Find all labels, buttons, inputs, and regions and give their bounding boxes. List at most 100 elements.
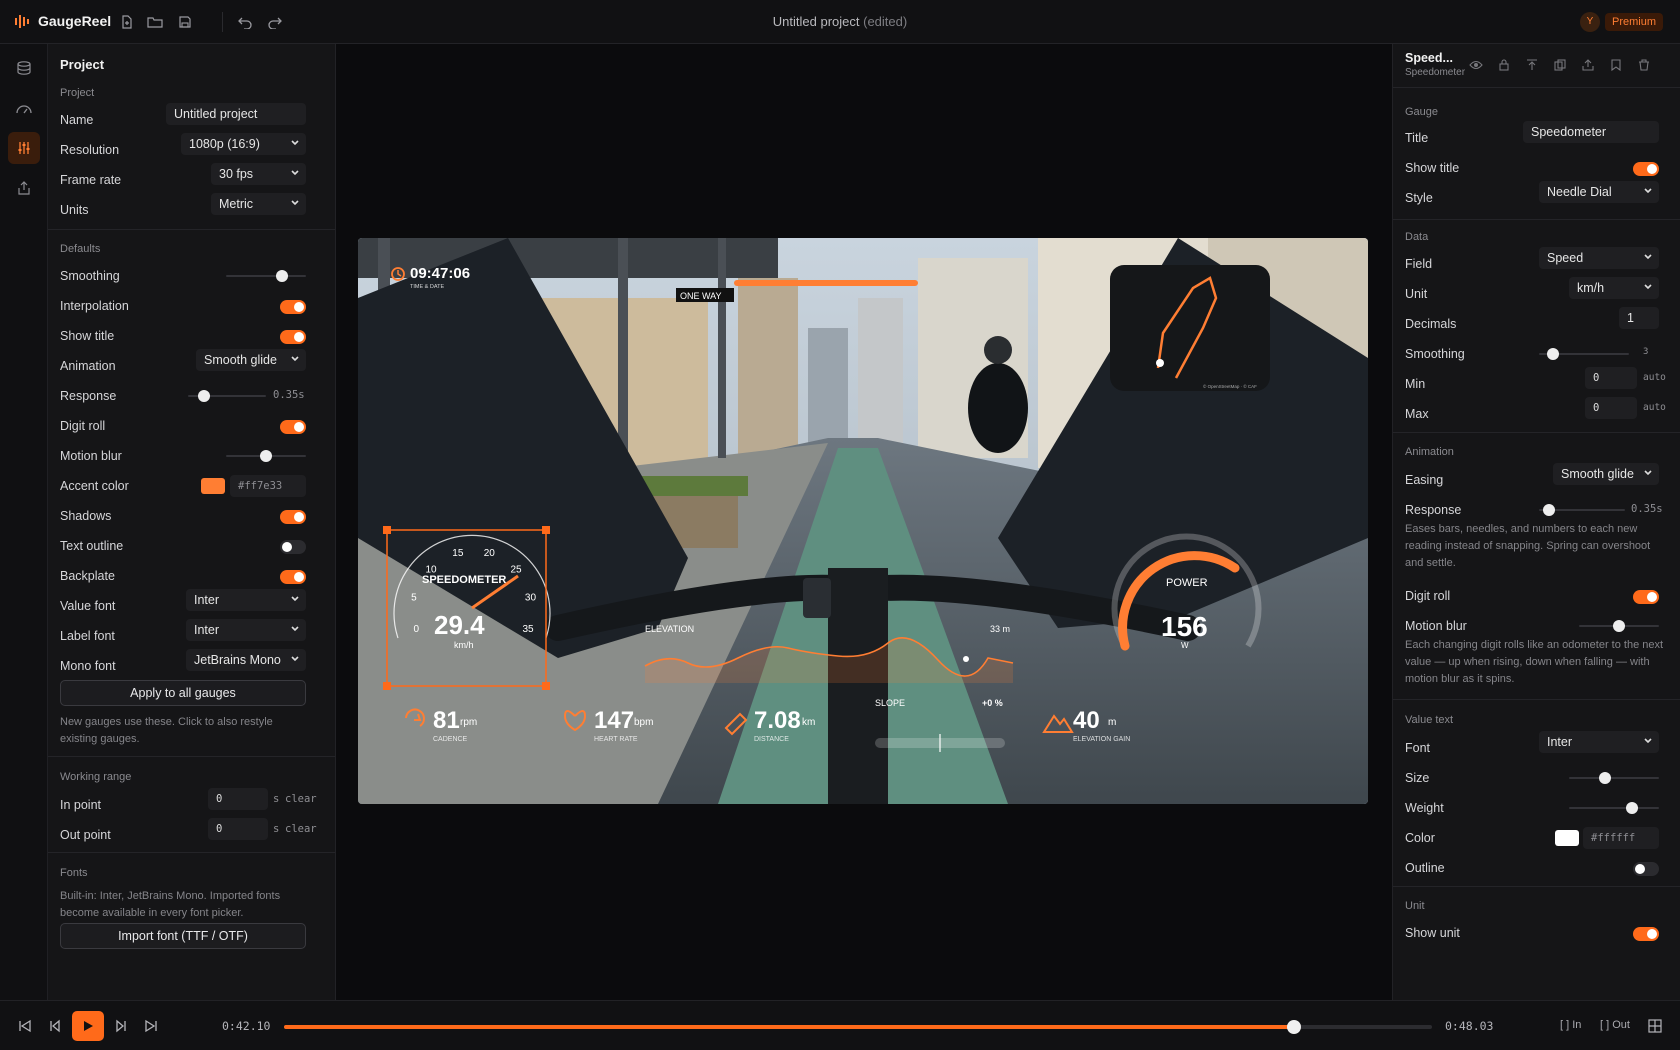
chevron-down-icon bbox=[1644, 188, 1652, 194]
edited-indicator: (edited) bbox=[863, 14, 908, 29]
playhead[interactable] bbox=[1287, 1020, 1302, 1034]
resolution-select[interactable]: 1080p (16:9) bbox=[181, 133, 306, 155]
valuefont-value: Inter bbox=[194, 593, 220, 607]
section-working-range: Working range bbox=[60, 771, 132, 783]
labelfont-select[interactable]: Inter bbox=[186, 619, 306, 641]
slider-knob[interactable] bbox=[1546, 348, 1559, 360]
units-select[interactable]: Metric bbox=[211, 193, 306, 215]
slider-knob[interactable] bbox=[1543, 504, 1556, 516]
unit-select[interactable]: km/h bbox=[1569, 277, 1659, 299]
animation-select[interactable]: Smooth glide bbox=[196, 349, 306, 371]
gauge-motionblur-slider[interactable] bbox=[1579, 620, 1659, 632]
gauge-digitroll-toggle[interactable] bbox=[1633, 590, 1659, 604]
gauge-smoothing-slider[interactable] bbox=[1539, 348, 1629, 360]
accent-hex-input[interactable]: #ff7e33 bbox=[230, 475, 306, 497]
import-font-button[interactable]: Import font (TTF / OTF) bbox=[60, 923, 306, 949]
framerate-select[interactable]: 30 fps bbox=[211, 163, 306, 185]
bookmark-icon[interactable] bbox=[1609, 58, 1623, 72]
eye-icon[interactable] bbox=[1469, 58, 1483, 72]
style-select[interactable]: Needle Dial bbox=[1539, 181, 1659, 203]
outpoint-unit: s bbox=[273, 823, 280, 835]
digitroll-label: Digit roll bbox=[1405, 589, 1451, 603]
skip-to-start-icon[interactable] bbox=[18, 1019, 32, 1033]
resize-handle[interactable] bbox=[383, 682, 391, 690]
grid-icon[interactable] bbox=[1648, 1019, 1662, 1033]
slider-knob[interactable] bbox=[197, 390, 210, 402]
monofont-select[interactable]: JetBrains Mono bbox=[186, 649, 306, 671]
valuefont-select[interactable]: Inter bbox=[186, 589, 306, 611]
field-select[interactable]: Speed bbox=[1539, 247, 1659, 269]
accent-swatch[interactable] bbox=[201, 478, 225, 494]
duplicate-icon[interactable] bbox=[1553, 58, 1567, 72]
premium-badge[interactable]: Premium bbox=[1605, 13, 1664, 31]
max-input[interactable]: 0 bbox=[1585, 397, 1637, 419]
in-label: In bbox=[1572, 1019, 1582, 1031]
slider-knob[interactable] bbox=[1599, 772, 1611, 784]
data-icon[interactable] bbox=[8, 52, 40, 84]
slider-knob[interactable] bbox=[1613, 620, 1625, 632]
backplate-toggle[interactable] bbox=[280, 570, 306, 584]
timeline-scrubber[interactable] bbox=[284, 1020, 1432, 1034]
gauge-response-slider[interactable] bbox=[1539, 504, 1625, 516]
resize-handle[interactable] bbox=[542, 682, 550, 690]
gauge-title-input[interactable]: Speedometer bbox=[1523, 121, 1659, 143]
inpoint-clear-button[interactable]: clear bbox=[285, 793, 317, 805]
showunit-toggle[interactable] bbox=[1633, 927, 1659, 941]
gauge-showtitle-toggle[interactable] bbox=[1633, 162, 1659, 176]
field-value: Speed bbox=[1547, 251, 1584, 265]
smoothing-max: 3 bbox=[1643, 347, 1649, 357]
motionblur-label: Motion blur bbox=[1405, 619, 1467, 633]
interpolation-toggle[interactable] bbox=[280, 300, 306, 314]
resize-handle[interactable] bbox=[383, 526, 391, 534]
chevron-down-icon bbox=[1644, 284, 1652, 290]
share-icon[interactable] bbox=[1581, 58, 1595, 72]
trash-icon[interactable] bbox=[1637, 58, 1651, 72]
color-swatch[interactable] bbox=[1555, 830, 1579, 846]
shadows-toggle[interactable] bbox=[280, 510, 306, 524]
timeline-progress bbox=[284, 1025, 1295, 1029]
digitroll-toggle[interactable] bbox=[280, 420, 306, 434]
resize-handle[interactable] bbox=[542, 526, 550, 534]
play-button[interactable] bbox=[72, 1011, 104, 1041]
set-out-button[interactable]: [ ] Out bbox=[1600, 1019, 1630, 1031]
outline-toggle[interactable] bbox=[1633, 862, 1659, 876]
avatar[interactable]: Y bbox=[1580, 12, 1600, 32]
textoutline-toggle[interactable] bbox=[280, 540, 306, 554]
weight-slider[interactable] bbox=[1569, 802, 1659, 814]
slider-knob[interactable] bbox=[260, 450, 272, 462]
inpoint-input[interactable]: 0 bbox=[208, 788, 268, 810]
adjust-icon[interactable] bbox=[8, 132, 40, 164]
font-label: Font bbox=[1405, 741, 1431, 755]
export-icon[interactable] bbox=[8, 172, 40, 204]
heart-rate-unit: bpm bbox=[634, 717, 653, 728]
map-widget[interactable]: © OpenStreetMap · © CAF bbox=[1110, 265, 1270, 391]
decimals-label: Decimals bbox=[1405, 317, 1457, 331]
bring-front-icon[interactable] bbox=[1525, 58, 1539, 72]
project-name-input[interactable]: Untitled project bbox=[166, 103, 306, 125]
top-progress-gauge[interactable] bbox=[734, 280, 918, 286]
smoothing-slider[interactable] bbox=[226, 270, 306, 282]
size-slider[interactable] bbox=[1569, 772, 1659, 784]
easing-select[interactable]: Smooth glide bbox=[1553, 463, 1659, 485]
video-preview[interactable]: ONE WAY 09:47:06 TIME & DATE © OpenStree… bbox=[358, 238, 1368, 804]
lock-icon[interactable] bbox=[1497, 58, 1511, 72]
outpoint-clear-button[interactable]: clear bbox=[285, 823, 317, 835]
apply-all-button[interactable]: Apply to all gauges bbox=[60, 680, 306, 706]
font-select[interactable]: Inter bbox=[1539, 731, 1659, 753]
slider-knob[interactable] bbox=[276, 270, 288, 282]
interpolation-label: Interpolation bbox=[60, 299, 129, 313]
project-panel: Project Project Name Untitled project Re… bbox=[48, 44, 336, 1000]
step-back-icon[interactable] bbox=[48, 1019, 62, 1033]
outpoint-input[interactable]: 0 bbox=[208, 818, 268, 840]
set-in-button[interactable]: [ ] In bbox=[1560, 1019, 1581, 1031]
slider-knob[interactable] bbox=[1626, 802, 1638, 814]
motionblur-slider[interactable] bbox=[226, 450, 306, 462]
showtitle-toggle[interactable] bbox=[280, 330, 306, 344]
skip-to-end-icon[interactable] bbox=[144, 1019, 158, 1033]
response-slider[interactable] bbox=[188, 390, 266, 402]
gauges-icon[interactable] bbox=[8, 92, 40, 124]
min-input[interactable]: 0 bbox=[1585, 367, 1637, 389]
step-forward-icon[interactable] bbox=[114, 1019, 128, 1033]
decimals-input[interactable]: 1 bbox=[1619, 307, 1659, 329]
color-hex-input[interactable]: #ffffff bbox=[1583, 827, 1659, 849]
